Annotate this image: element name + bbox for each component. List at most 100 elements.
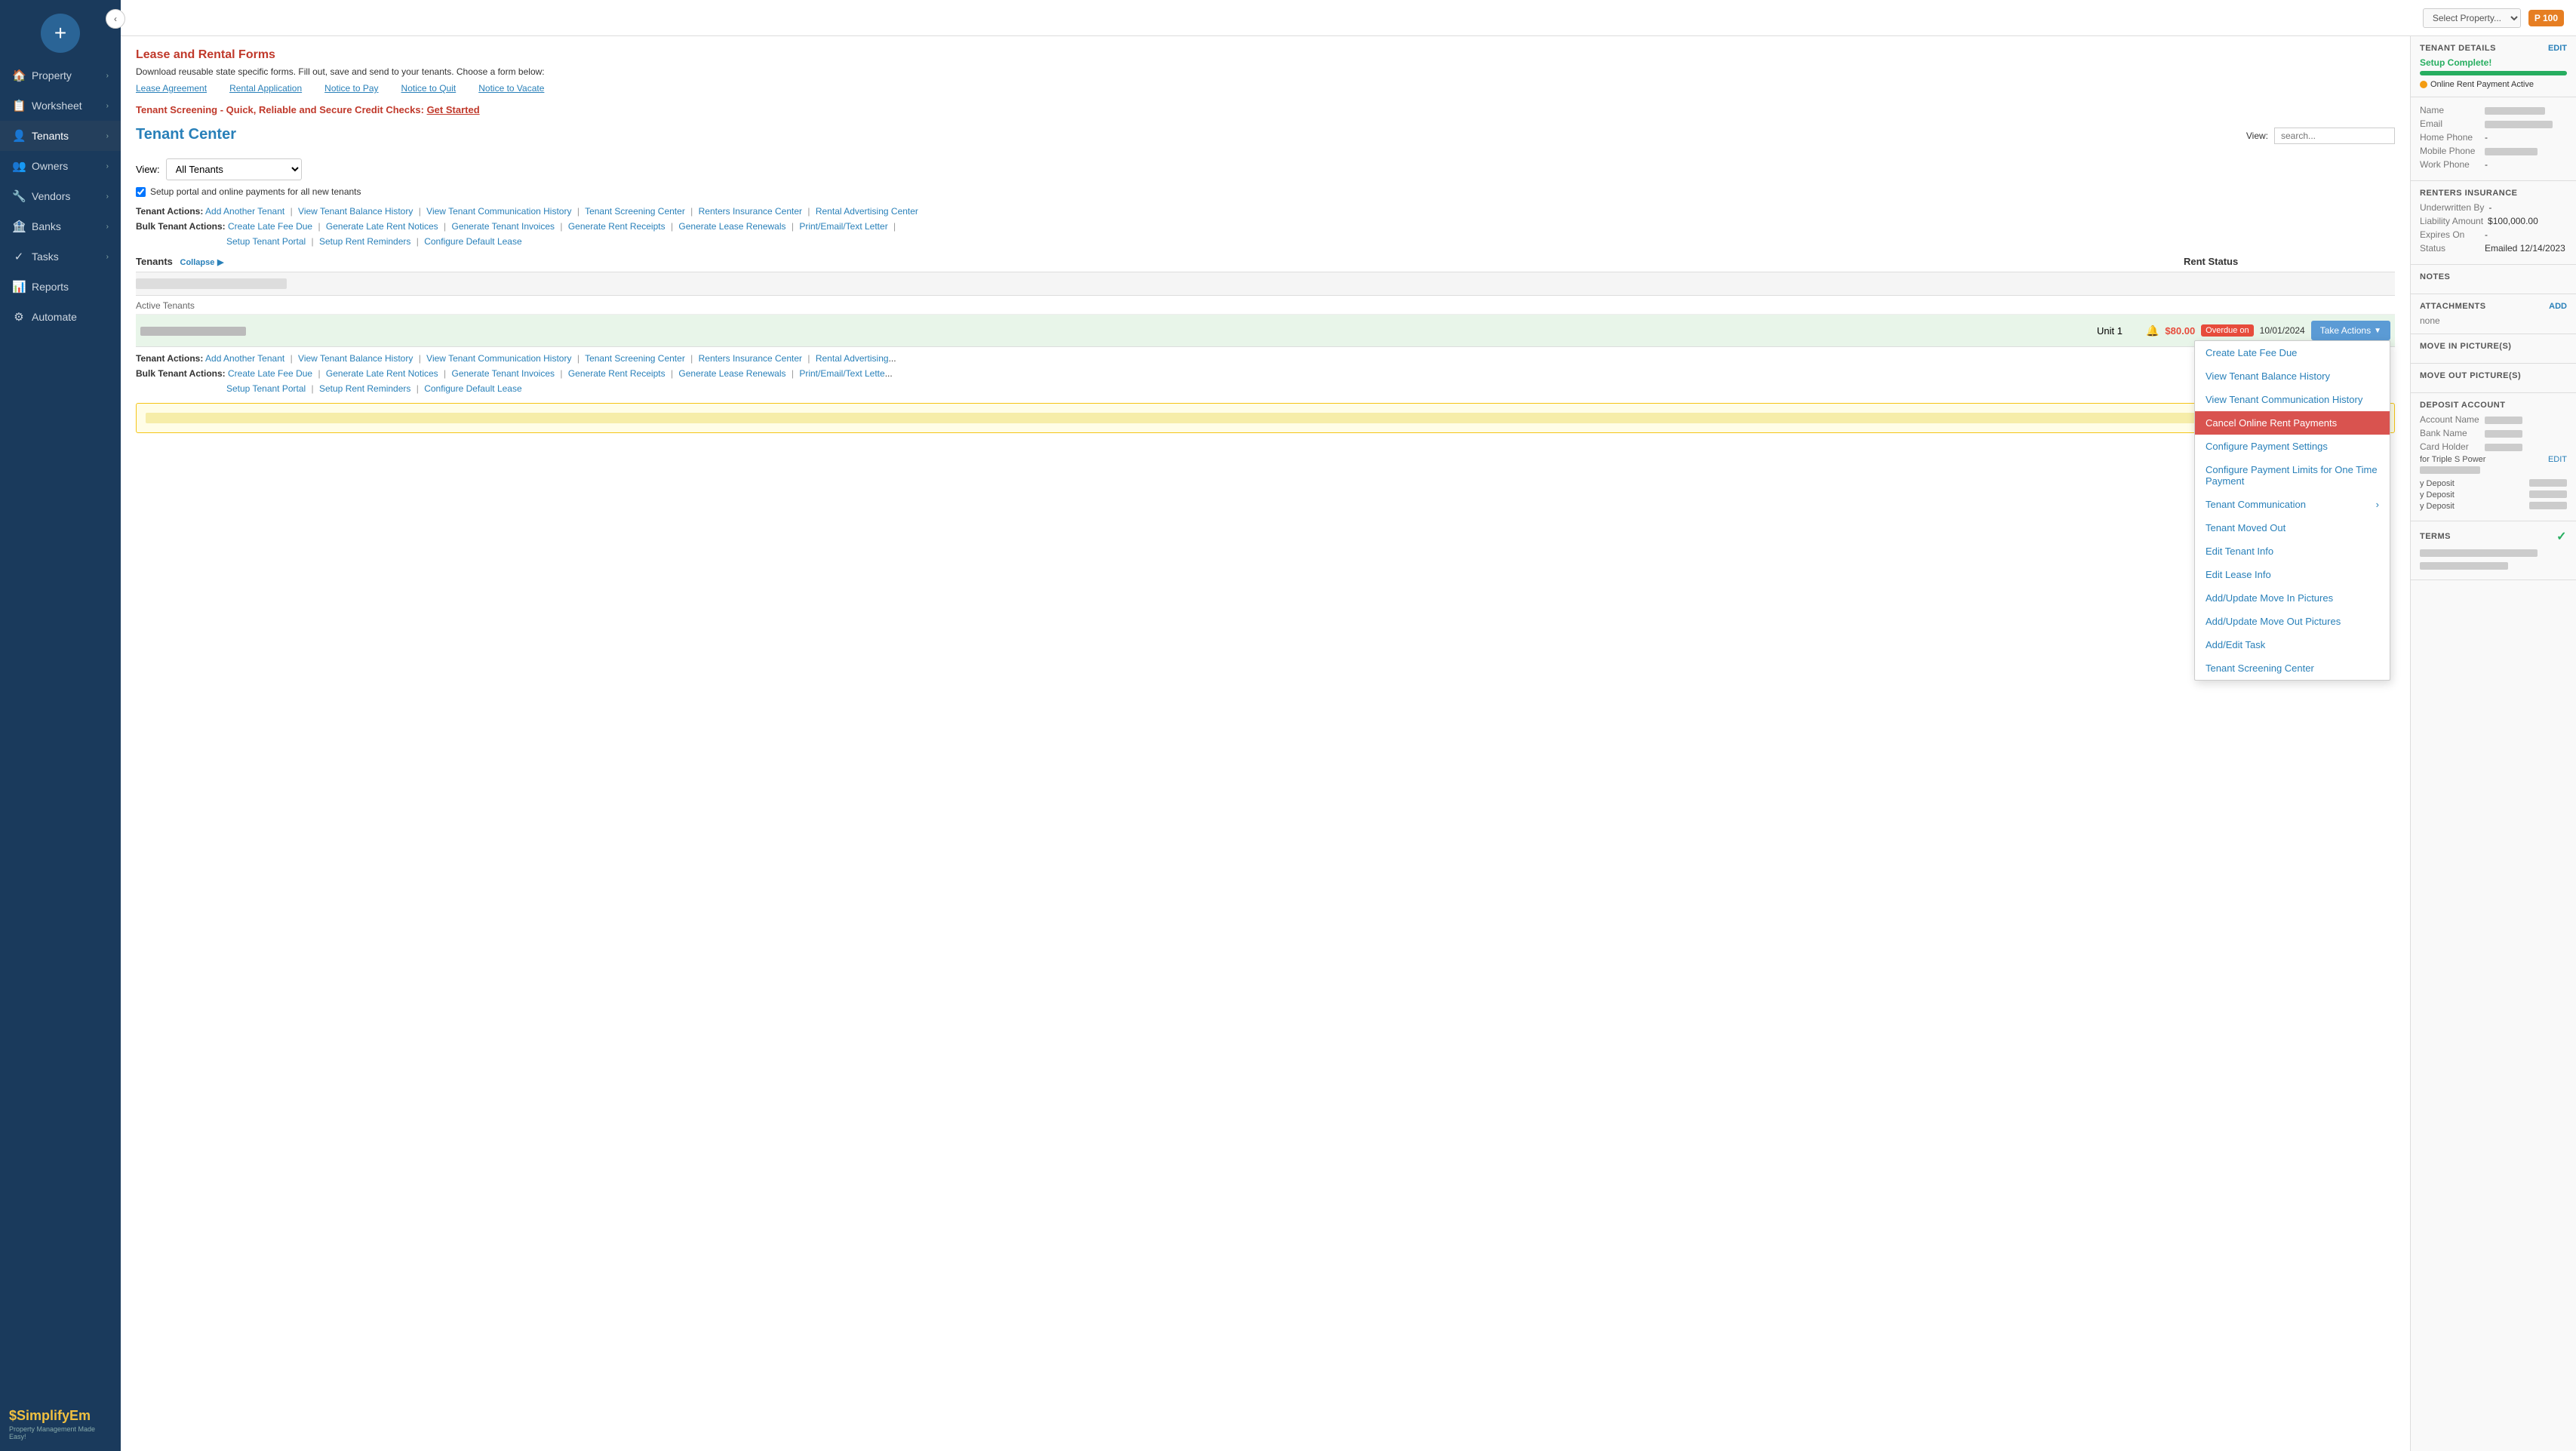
rental-application-link[interactable]: Rental Application — [229, 83, 302, 94]
dropdown-add-move-in-pictures[interactable]: Add/Update Move In Pictures — [2195, 586, 2390, 610]
take-actions-button[interactable]: Take Actions ▼ — [2311, 321, 2390, 340]
view-dropdown[interactable]: All Tenants Active Tenants Past Tenants — [166, 158, 302, 180]
renters-insurance-link2[interactable]: Renters Insurance Center — [699, 353, 802, 364]
property-select[interactable]: Select Property... — [2423, 8, 2521, 28]
mobile-phone-value — [2485, 146, 2538, 156]
dropdown-view-communication[interactable]: View Tenant Communication History — [2195, 388, 2390, 411]
generate-invoices-link2[interactable]: Generate Tenant Invoices — [451, 368, 555, 379]
dropdown-tenant-screening-center[interactable]: Tenant Screening Center — [2195, 656, 2390, 680]
renters-insurance-section: RENTERS INSURANCE Underwritten By - Liab… — [2411, 181, 2576, 265]
center-panel: Lease and Rental Forms Download reusable… — [121, 36, 2410, 1451]
lease-agreement-link[interactable]: Lease Agreement — [136, 83, 207, 94]
get-started-link[interactable]: Get Started — [427, 104, 480, 115]
attachments-value: none — [2420, 315, 2567, 326]
tenant-status-icon: 🔔 — [2146, 324, 2159, 337]
expires-row: Expires On - — [2420, 229, 2567, 240]
terms-section: TERMS ✓ — [2411, 521, 2576, 580]
tenant-actions-label: Tenant Actions: — [136, 206, 203, 217]
submenu-arrow-icon: › — [2376, 499, 2379, 510]
right-panel: TENANT DETAILS EDIT Setup Complete! Onli… — [2410, 36, 2576, 1451]
bulk-actions-row4: Setup Tenant Portal | Setup Rent Reminde… — [136, 383, 2395, 394]
view-communication-history-link2[interactable]: View Tenant Communication History — [426, 353, 571, 364]
setup-tenant-portal-link[interactable]: Setup Tenant Portal — [226, 236, 306, 247]
rental-advertising-link[interactable]: Rental Advertising Center — [816, 206, 918, 217]
sidebar-item-property[interactable]: 🏠 Property › — [0, 60, 121, 91]
owners-icon: 👥 — [12, 159, 26, 173]
chevron-icon: › — [106, 102, 109, 110]
generate-late-notices-link2[interactable]: Generate Late Rent Notices — [326, 368, 438, 379]
create-late-fee-link[interactable]: Create Late Fee Due — [228, 221, 312, 232]
print-email-link[interactable]: Print/Email/Text Letter — [799, 221, 887, 232]
chevron-icon: › — [106, 162, 109, 171]
tenant-unit: Unit 1 — [2080, 325, 2140, 337]
sidebar-item-label: Banks — [32, 220, 100, 232]
dropdown-add-move-out-pictures[interactable]: Add/Update Move Out Pictures — [2195, 610, 2390, 633]
print-email-link2[interactable]: Print/Email/Text Lette — [799, 368, 884, 379]
sidebar-item-reports[interactable]: 📊 Reports — [0, 272, 121, 302]
dropdown-configure-payment-limits[interactable]: Configure Payment Limits for One Time Pa… — [2195, 458, 2390, 493]
sidebar-item-worksheet[interactable]: 📋 Worksheet › — [0, 91, 121, 121]
dropdown-add-edit-task[interactable]: Add/Edit Task — [2195, 633, 2390, 656]
dropdown-tenant-communication[interactable]: Tenant Communication › — [2195, 493, 2390, 516]
sidebar-item-vendors[interactable]: 🔧 Vendors › — [0, 181, 121, 211]
view-balance-history-link2[interactable]: View Tenant Balance History — [298, 353, 413, 364]
notice-to-vacate-link[interactable]: Notice to Vacate — [478, 83, 544, 94]
terms-title: TERMS ✓ — [2420, 529, 2567, 544]
notice-to-pay-link[interactable]: Notice to Pay — [324, 83, 378, 94]
tenant-details-edit-link[interactable]: EDIT — [2548, 44, 2567, 53]
view-communication-history-link[interactable]: View Tenant Communication History — [426, 206, 571, 217]
generate-renewals-link2[interactable]: Generate Lease Renewals — [678, 368, 785, 379]
generate-renewals-link[interactable]: Generate Lease Renewals — [678, 221, 785, 232]
dropdown-edit-lease-info[interactable]: Edit Lease Info — [2195, 563, 2390, 586]
dropdown-tenant-moved-out[interactable]: Tenant Moved Out — [2195, 516, 2390, 540]
progress-bar-inner — [2420, 71, 2567, 75]
underwritten-label: Underwritten By — [2420, 202, 2484, 213]
rental-advertising-link2[interactable]: Rental Advertising — [816, 353, 889, 364]
home-phone-value: - — [2485, 132, 2488, 143]
view-search-input[interactable] — [2274, 128, 2395, 144]
sidebar-item-tenants[interactable]: 👤 Tenants › — [0, 121, 121, 151]
tenant-screening-center-link[interactable]: Tenant Screening Center — [585, 206, 685, 217]
add-attachment-link[interactable]: ADD — [2549, 302, 2567, 311]
notes-title: NOTES — [2420, 272, 2567, 281]
status-value: Emailed 12/14/2023 — [2485, 243, 2565, 254]
deposit-blurred-rows: y Deposit y Deposit y Deposit — [2420, 479, 2567, 511]
deposit-edit-link[interactable]: EDIT — [2548, 455, 2567, 464]
tenant-screening-link2[interactable]: Tenant Screening Center — [585, 353, 685, 364]
setup-rent-reminders-link[interactable]: Setup Rent Reminders — [319, 236, 410, 247]
add-button[interactable]: + — [41, 14, 80, 53]
main-content: Lease and Rental Forms Download reusable… — [121, 36, 2576, 1451]
sidebar-item-automate[interactable]: ⚙ Automate — [0, 302, 121, 332]
dropdown-create-late-fee[interactable]: Create Late Fee Due — [2195, 341, 2390, 364]
generate-late-notices-link[interactable]: Generate Late Rent Notices — [326, 221, 438, 232]
notice-to-quit-link[interactable]: Notice to Quit — [401, 83, 456, 94]
renters-insurance-link[interactable]: Renters Insurance Center — [699, 206, 802, 217]
view-bar: View: — [2246, 128, 2395, 144]
collapse-link[interactable]: Collapse — [180, 258, 215, 267]
create-late-fee-link2[interactable]: Create Late Fee Due — [228, 368, 312, 379]
sidebar-item-label: Worksheet — [32, 100, 100, 112]
add-another-tenant-link[interactable]: Add Another Tenant — [205, 206, 284, 217]
generate-receipts-link[interactable]: Generate Rent Receipts — [568, 221, 666, 232]
tenant-name — [140, 325, 2073, 337]
configure-default-lease-link[interactable]: Configure Default Lease — [424, 236, 521, 247]
sidebar-item-owners[interactable]: 👥 Owners › — [0, 151, 121, 181]
dropdown-configure-payment-settings[interactable]: Configure Payment Settings — [2195, 435, 2390, 458]
dropdown-view-balance[interactable]: View Tenant Balance History — [2195, 364, 2390, 388]
view-balance-history-link[interactable]: View Tenant Balance History — [298, 206, 413, 217]
dropdown-edit-tenant-info[interactable]: Edit Tenant Info — [2195, 540, 2390, 563]
generate-receipts-link2[interactable]: Generate Rent Receipts — [568, 368, 666, 379]
sidebar-item-tasks[interactable]: ✓ Tasks › — [0, 241, 121, 272]
setup-portal-label: Setup portal and online payments for all… — [150, 186, 361, 197]
setup-rent-reminders-link2[interactable]: Setup Rent Reminders — [319, 383, 410, 394]
generate-invoices-link[interactable]: Generate Tenant Invoices — [451, 221, 555, 232]
note-row — [136, 403, 2395, 433]
collapse-sidebar-button[interactable]: ‹ — [106, 9, 125, 29]
configure-default-lease-link2[interactable]: Configure Default Lease — [424, 383, 521, 394]
setup-tenant-portal-link2[interactable]: Setup Tenant Portal — [226, 383, 306, 394]
add-another-tenant-link2[interactable]: Add Another Tenant — [205, 353, 284, 364]
contact-info-section: Name Email Home Phone - Mobile Phone — [2411, 97, 2576, 181]
sidebar-item-banks[interactable]: 🏦 Banks › — [0, 211, 121, 241]
dropdown-cancel-online-rent[interactable]: Cancel Online Rent Payments — [2195, 411, 2390, 435]
setup-portal-checkbox[interactable] — [136, 187, 146, 197]
